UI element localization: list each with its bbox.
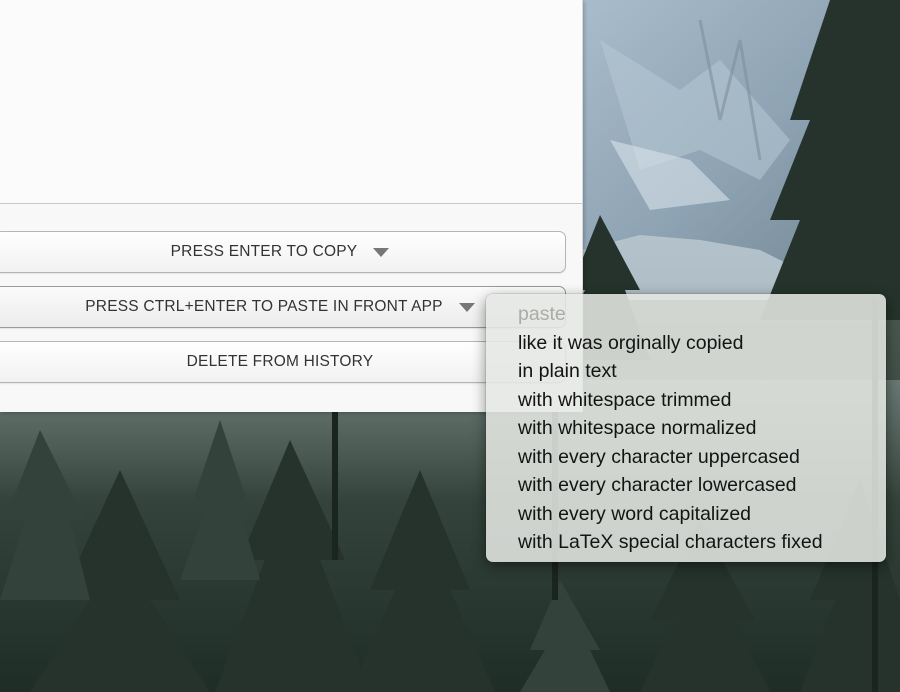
menu-item-whitespace-normalized[interactable]: with whitespace normalized xyxy=(486,414,886,443)
copy-button[interactable]: PRESS ENTER TO COPY xyxy=(0,231,566,273)
menu-item-whitespace-trimmed[interactable]: with whitespace trimmed xyxy=(486,386,886,415)
paste-options-menu: paste like it was orginally copied in pl… xyxy=(486,294,886,562)
screen: PRESS ENTER TO COPY PRESS CTRL+ENTER TO … xyxy=(0,0,900,692)
menu-item-plain-text[interactable]: in plain text xyxy=(486,357,886,386)
clip-preview-area xyxy=(0,0,582,203)
menu-item-lowercased[interactable]: with every character lowercased xyxy=(486,471,886,500)
menu-item-latex-fixed[interactable]: with LaTeX special characters fixed xyxy=(486,528,886,557)
copy-button-label: PRESS ENTER TO COPY xyxy=(170,243,358,260)
chevron-down-icon[interactable] xyxy=(458,302,475,312)
divider xyxy=(0,203,582,204)
delete-from-history-button[interactable]: DELETE FROM HISTORY xyxy=(0,341,566,383)
menu-item-uppercased[interactable]: with every character uppercased xyxy=(486,443,886,472)
delete-button-label: DELETE FROM HISTORY xyxy=(186,353,374,370)
paste-in-front-app-button[interactable]: PRESS CTRL+ENTER TO PASTE IN FRONT APP xyxy=(0,286,566,328)
menu-item-capitalized[interactable]: with every word capitalized xyxy=(486,500,886,529)
menu-header-paste: paste xyxy=(518,303,566,325)
menu-item-original[interactable]: like it was orginally copied xyxy=(486,329,886,358)
paste-button-label: PRESS CTRL+ENTER TO PASTE IN FRONT APP xyxy=(85,298,443,315)
chevron-down-icon[interactable] xyxy=(373,247,390,257)
